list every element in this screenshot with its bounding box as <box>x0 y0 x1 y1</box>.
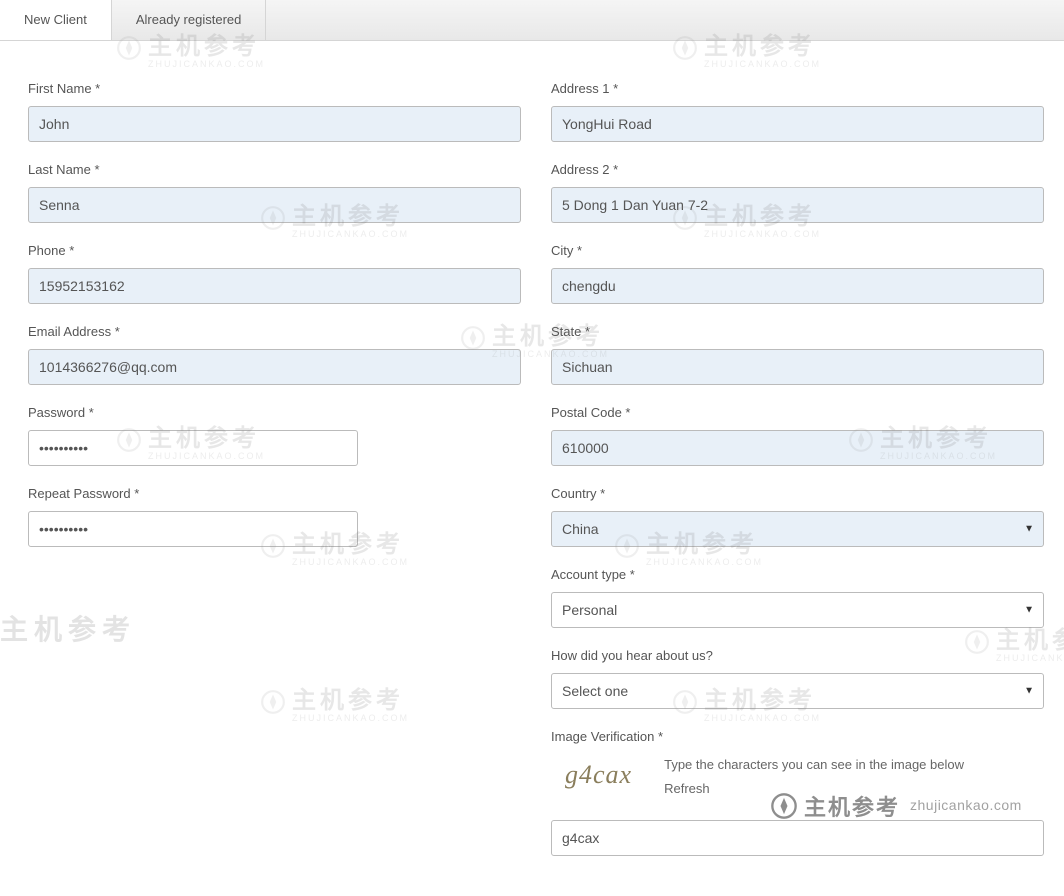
tab-bar: New Client Already registered <box>0 0 1064 41</box>
state-label: State * <box>551 324 1044 339</box>
repeat-password-input[interactable] <box>28 511 358 547</box>
tab-new-client[interactable]: New Client <box>0 0 112 40</box>
address2-label: Address 2 * <box>551 162 1044 177</box>
repeat-password-label: Repeat Password * <box>28 486 521 501</box>
captcha-hint: Type the characters you can see in the i… <box>664 757 964 772</box>
address1-input[interactable] <box>551 106 1044 142</box>
first-name-input[interactable] <box>28 106 521 142</box>
hear-select[interactable]: Select one <box>551 673 1044 709</box>
account-type-select[interactable]: Personal <box>551 592 1044 628</box>
tab-already-registered[interactable]: Already registered <box>112 0 267 40</box>
country-select[interactable]: China <box>551 511 1044 547</box>
phone-label: Phone * <box>28 243 521 258</box>
city-label: City * <box>551 243 1044 258</box>
last-name-input[interactable] <box>28 187 521 223</box>
state-input[interactable] <box>551 349 1044 385</box>
captcha-input[interactable] <box>551 820 1044 856</box>
city-input[interactable] <box>551 268 1044 304</box>
form-content: First Name * Last Name * Phone * Email A… <box>0 41 1064 896</box>
captcha-image: g4cax <box>551 754 646 796</box>
address1-label: Address 1 * <box>551 81 1044 96</box>
left-column: First Name * Last Name * Phone * Email A… <box>28 81 521 876</box>
first-name-label: First Name * <box>28 81 521 96</box>
password-input[interactable] <box>28 430 358 466</box>
hear-label: How did you hear about us? <box>551 648 1044 663</box>
email-label: Email Address * <box>28 324 521 339</box>
address2-input[interactable] <box>551 187 1044 223</box>
account-type-label: Account type * <box>551 567 1044 582</box>
postal-label: Postal Code * <box>551 405 1044 420</box>
postal-input[interactable] <box>551 430 1044 466</box>
verify-label: Image Verification * <box>551 729 1044 744</box>
email-input[interactable] <box>28 349 521 385</box>
country-label: Country * <box>551 486 1044 501</box>
last-name-label: Last Name * <box>28 162 521 177</box>
captcha-refresh-link[interactable]: Refresh <box>664 778 710 800</box>
password-label: Password * <box>28 405 521 420</box>
right-column: Address 1 * Address 2 * City * State * P… <box>551 81 1044 876</box>
phone-input[interactable] <box>28 268 521 304</box>
